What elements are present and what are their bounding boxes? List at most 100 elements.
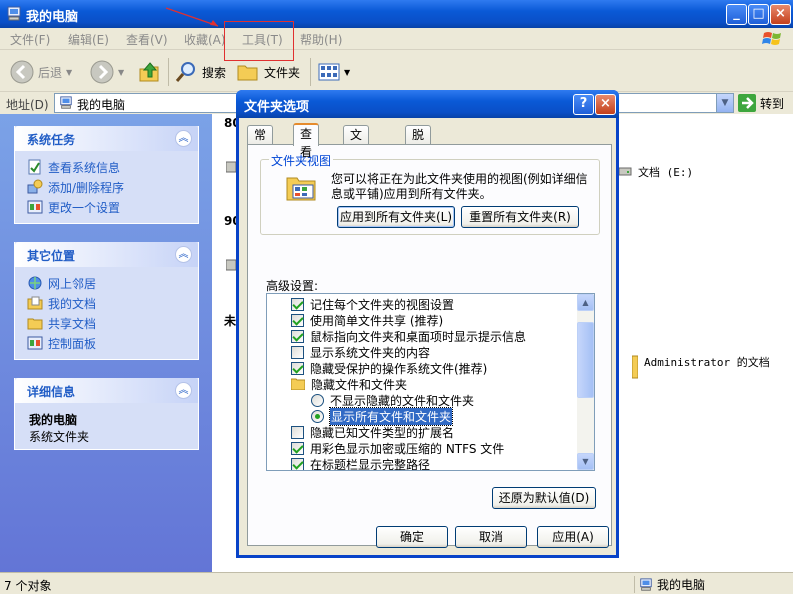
details-panel: 详细信息 ︽ 我的电脑 系统文件夹 bbox=[14, 378, 199, 450]
restore-defaults-button[interactable]: 还原为默认值(D) bbox=[492, 487, 596, 509]
details-header[interactable]: 详细信息 ︽ bbox=[15, 378, 198, 403]
radio-button[interactable] bbox=[311, 409, 324, 423]
my-documents-link[interactable]: 我的文档 bbox=[15, 293, 198, 313]
setting-simple-sharing[interactable]: 使用简单文件共享 (推荐) bbox=[291, 312, 443, 328]
address-dropdown-button[interactable]: ▼ bbox=[716, 94, 733, 112]
folder-icon bbox=[291, 378, 305, 390]
cancel-button[interactable]: 取消 bbox=[455, 526, 527, 548]
drive-e-item[interactable]: 文档 (E:) bbox=[618, 164, 693, 180]
setting-hide-extensions[interactable]: 隐藏已知文件类型的扩展名 bbox=[291, 424, 454, 440]
checkbox[interactable] bbox=[291, 457, 304, 470]
system-tasks-header[interactable]: 系统任务 ︽ bbox=[15, 126, 198, 151]
system-tasks-panel: 系统任务 ︽ 查看系统信息 添加/删除程序 更改一个设置 bbox=[14, 126, 199, 224]
setting-hide-protected-os-files[interactable]: 隐藏受保护的操作系统文件(推荐) bbox=[291, 360, 487, 376]
change-setting-link[interactable]: 更改一个设置 bbox=[15, 197, 198, 217]
menu-favorites[interactable]: 收藏(A) bbox=[184, 31, 226, 48]
annotation-arrow-icon bbox=[165, 7, 219, 27]
checkbox[interactable] bbox=[291, 313, 304, 327]
window-title: 我的电脑 bbox=[26, 10, 79, 25]
menu-edit[interactable]: 编辑(E) bbox=[68, 31, 109, 48]
my-computer-icon bbox=[7, 6, 21, 21]
forward-button[interactable]: ▼ bbox=[90, 59, 124, 85]
drive-icon bbox=[226, 161, 236, 173]
tab-file-types[interactable]: 文件类型 bbox=[343, 125, 370, 196]
dialog-titlebar[interactable]: 文件夹选项 ? × bbox=[236, 90, 619, 118]
collapse-icon[interactable]: ︽ bbox=[175, 130, 192, 147]
tab-view[interactable]: 查看 bbox=[293, 123, 320, 159]
scroll-down-icon[interactable]: ▼ bbox=[577, 453, 594, 470]
apply-to-all-folders-button[interactable]: 应用到所有文件夹(L) bbox=[337, 206, 455, 228]
list-scrollbar[interactable]: ▲ ▼ bbox=[577, 294, 594, 470]
scroll-up-icon[interactable]: ▲ bbox=[577, 294, 594, 311]
checkbox[interactable] bbox=[291, 441, 304, 455]
control-panel-link[interactable]: 控制面板 bbox=[15, 333, 198, 353]
dialog-help-button[interactable]: ? bbox=[573, 94, 594, 115]
forward-arrow-icon bbox=[90, 60, 114, 84]
go-button[interactable]: 转到 bbox=[738, 94, 784, 112]
shared-documents-link[interactable]: 共享文档 bbox=[15, 313, 198, 333]
shared-folder-icon bbox=[27, 318, 43, 330]
advanced-settings-label: 高级设置: bbox=[266, 279, 319, 293]
collapse-icon[interactable]: ︽ bbox=[175, 382, 192, 399]
admin-documents-item[interactable]: Administrator 的文档 bbox=[632, 354, 782, 380]
menu-file[interactable]: 文件(F) bbox=[10, 31, 50, 48]
checkbox[interactable] bbox=[291, 329, 304, 343]
search-button[interactable]: 搜索 bbox=[174, 59, 226, 85]
setting-show-tooltips[interactable]: 鼠标指向文件夹和桌面项时显示提示信息 bbox=[291, 328, 526, 344]
setting-show-system-folder[interactable]: 显示系统文件夹的内容 bbox=[291, 344, 430, 360]
dialog-close-button[interactable]: × bbox=[595, 94, 616, 115]
view-system-info-link[interactable]: 查看系统信息 bbox=[15, 157, 198, 177]
views-button[interactable]: ▼ bbox=[318, 59, 350, 85]
up-folder-button[interactable] bbox=[138, 59, 162, 85]
setting-dont-show-hidden[interactable]: 不显示隐藏的文件和文件夹 bbox=[311, 392, 474, 408]
folder-icon bbox=[632, 355, 638, 379]
menu-help[interactable]: 帮助(H) bbox=[300, 31, 342, 48]
toolbar-separator bbox=[168, 58, 169, 86]
tab-offline-files[interactable]: 脱机文件 bbox=[405, 125, 432, 196]
setting-hidden-files-folder: 隐藏文件和文件夹 bbox=[291, 376, 407, 392]
setting-color-ntfs[interactable]: 用彩色显示加密或压缩的 NTFS 文件 bbox=[291, 440, 504, 456]
checkbox[interactable] bbox=[291, 345, 304, 359]
view-tab-panel: 文件夹视图 您可以将正在为此文件夹使用的视图(例如详细信息或平铺)应用到所有文件… bbox=[247, 144, 612, 546]
apply-button[interactable]: 应用(A) bbox=[537, 526, 609, 548]
views-grid-icon bbox=[318, 63, 340, 81]
drive-icon bbox=[226, 259, 236, 271]
folder-views-description: 您可以将正在为此文件夹使用的视图(例如详细信息或平铺)应用到所有文件夹。 bbox=[331, 172, 588, 201]
close-button[interactable]: × bbox=[770, 4, 791, 25]
network-places-link[interactable]: 网上邻居 bbox=[15, 273, 198, 293]
add-remove-programs-link[interactable]: 添加/删除程序 bbox=[15, 177, 198, 197]
folders-button[interactable]: 文件夹 bbox=[236, 59, 300, 85]
maximize-button[interactable]: □ bbox=[748, 4, 769, 25]
radio-button[interactable] bbox=[311, 393, 324, 407]
menu-view[interactable]: 查看(V) bbox=[126, 31, 168, 48]
setting-full-path-titlebar[interactable]: 在标题栏显示完整路径 bbox=[291, 456, 430, 470]
folder-views-icon bbox=[286, 177, 316, 201]
forward-dropdown-icon: ▼ bbox=[118, 67, 125, 77]
setting-remember-view[interactable]: 记住每个文件夹的视图设置 bbox=[291, 296, 454, 312]
dialog-body: 常规 查看 文件类型 脱机文件 文件夹视图 您可以将正在为此文件夹使用的视图(例… bbox=[239, 118, 616, 555]
ok-button[interactable]: 确定 bbox=[376, 526, 448, 548]
status-location: 我的电脑 bbox=[634, 576, 705, 593]
window-titlebar[interactable]: 我的电脑 _ □ × bbox=[0, 0, 793, 28]
tab-general[interactable]: 常规 bbox=[247, 125, 274, 160]
drive-icon bbox=[618, 167, 632, 176]
checkbox[interactable] bbox=[291, 297, 304, 311]
folder-icon bbox=[237, 65, 258, 81]
reset-all-folders-button[interactable]: 重置所有文件夹(R) bbox=[461, 206, 579, 228]
up-folder-icon bbox=[139, 62, 159, 82]
folder-views-group: 文件夹视图 您可以将正在为此文件夹使用的视图(例如详细信息或平铺)应用到所有文件… bbox=[260, 152, 600, 235]
collapse-icon[interactable]: ︽ bbox=[175, 246, 192, 263]
go-arrow-icon bbox=[738, 94, 756, 112]
advanced-settings-list[interactable]: 记住每个文件夹的视图设置 使用简单文件共享 (推荐) 鼠标指向文件夹和桌面项时显… bbox=[266, 293, 595, 471]
setting-show-hidden[interactable]: 显示所有文件和文件夹 bbox=[311, 406, 454, 426]
dialog-title: 文件夹选项 bbox=[244, 100, 310, 115]
documents-folder-icon bbox=[27, 296, 43, 310]
checkbox[interactable] bbox=[291, 361, 304, 375]
checkbox[interactable] bbox=[291, 425, 304, 439]
details-name: 我的电脑 bbox=[29, 413, 78, 427]
back-button[interactable]: 后退 ▼ bbox=[10, 59, 72, 85]
minimize-button[interactable]: _ bbox=[726, 4, 747, 25]
scroll-thumb[interactable] bbox=[577, 322, 594, 398]
control-panel-icon bbox=[27, 200, 43, 214]
other-places-header[interactable]: 其它位置 ︽ bbox=[15, 242, 198, 267]
